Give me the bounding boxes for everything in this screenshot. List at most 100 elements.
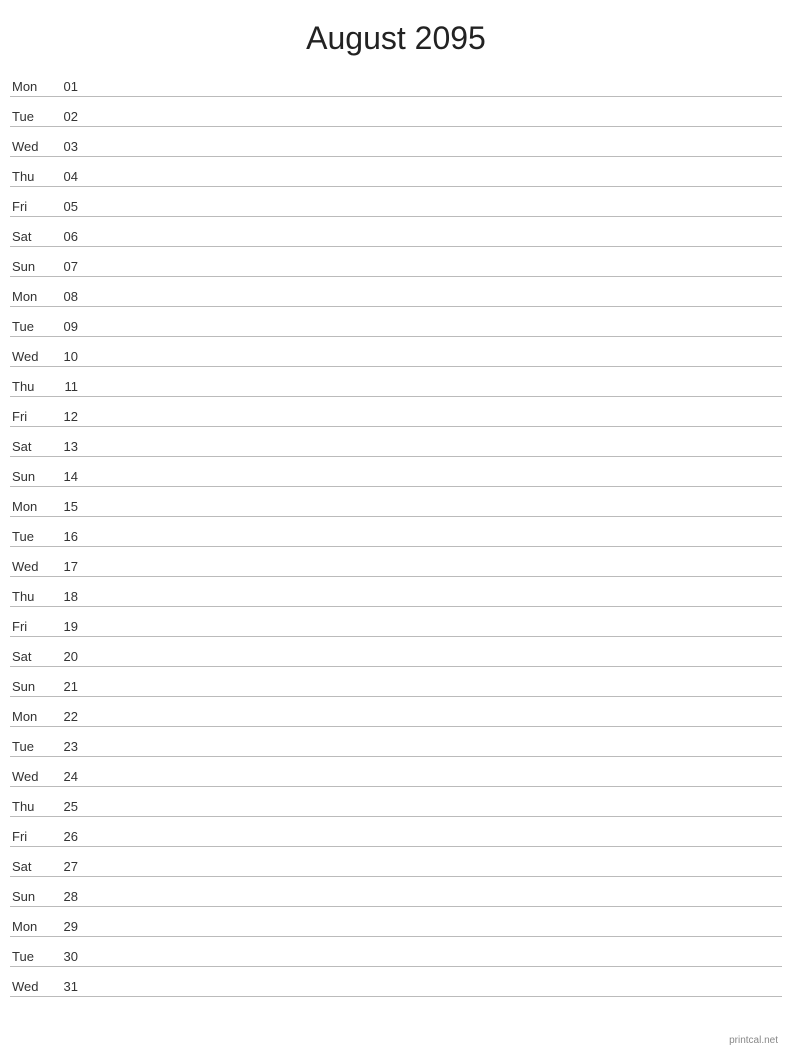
day-number: 11 <box>48 379 78 394</box>
day-line <box>78 993 782 994</box>
day-row: Fri12 <box>10 397 782 427</box>
day-line <box>78 303 782 304</box>
day-name: Tue <box>10 319 48 334</box>
day-number: 31 <box>48 979 78 994</box>
day-name: Thu <box>10 169 48 184</box>
day-row: Sun07 <box>10 247 782 277</box>
day-name: Fri <box>10 409 48 424</box>
day-line <box>78 813 782 814</box>
day-line <box>78 243 782 244</box>
day-row: Tue02 <box>10 97 782 127</box>
day-line <box>78 393 782 394</box>
day-row: Tue23 <box>10 727 782 757</box>
day-line <box>78 963 782 964</box>
day-row: Sat13 <box>10 427 782 457</box>
day-name: Fri <box>10 619 48 634</box>
day-number: 16 <box>48 529 78 544</box>
day-number: 21 <box>48 679 78 694</box>
day-number: 03 <box>48 139 78 154</box>
day-row: Mon01 <box>10 67 782 97</box>
day-row: Wed31 <box>10 967 782 997</box>
day-name: Tue <box>10 739 48 754</box>
day-name: Mon <box>10 919 48 934</box>
day-number: 24 <box>48 769 78 784</box>
day-number: 09 <box>48 319 78 334</box>
page-title: August 2095 <box>0 0 792 67</box>
day-row: Sun21 <box>10 667 782 697</box>
day-row: Sun28 <box>10 877 782 907</box>
day-line <box>78 333 782 334</box>
day-row: Sat20 <box>10 637 782 667</box>
day-line <box>78 603 782 604</box>
day-name: Sun <box>10 889 48 904</box>
day-name: Mon <box>10 79 48 94</box>
day-line <box>78 273 782 274</box>
day-line <box>78 843 782 844</box>
day-name: Thu <box>10 799 48 814</box>
day-row: Thu11 <box>10 367 782 397</box>
day-name: Tue <box>10 109 48 124</box>
day-name: Fri <box>10 199 48 214</box>
day-line <box>78 183 782 184</box>
day-row: Thu18 <box>10 577 782 607</box>
day-number: 20 <box>48 649 78 664</box>
day-number: 13 <box>48 439 78 454</box>
day-row: Thu04 <box>10 157 782 187</box>
day-number: 28 <box>48 889 78 904</box>
day-name: Sat <box>10 859 48 874</box>
day-name: Thu <box>10 379 48 394</box>
day-line <box>78 573 782 574</box>
day-name: Wed <box>10 349 48 364</box>
day-name: Sun <box>10 469 48 484</box>
day-number: 29 <box>48 919 78 934</box>
day-row: Thu25 <box>10 787 782 817</box>
day-row: Wed03 <box>10 127 782 157</box>
day-number: 18 <box>48 589 78 604</box>
day-line <box>78 903 782 904</box>
day-line <box>78 513 782 514</box>
day-name: Wed <box>10 979 48 994</box>
day-name: Sun <box>10 679 48 694</box>
day-line <box>78 723 782 724</box>
day-number: 22 <box>48 709 78 724</box>
day-number: 01 <box>48 79 78 94</box>
day-number: 12 <box>48 409 78 424</box>
day-row: Sat27 <box>10 847 782 877</box>
day-line <box>78 483 782 484</box>
day-line <box>78 753 782 754</box>
day-number: 23 <box>48 739 78 754</box>
day-number: 25 <box>48 799 78 814</box>
day-name: Sat <box>10 649 48 664</box>
day-line <box>78 123 782 124</box>
day-line <box>78 873 782 874</box>
day-name: Wed <box>10 559 48 574</box>
day-line <box>78 693 782 694</box>
day-name: Sat <box>10 229 48 244</box>
day-line <box>78 453 782 454</box>
day-number: 02 <box>48 109 78 124</box>
day-row: Wed10 <box>10 337 782 367</box>
day-name: Sat <box>10 439 48 454</box>
day-row: Fri19 <box>10 607 782 637</box>
day-row: Mon08 <box>10 277 782 307</box>
day-number: 26 <box>48 829 78 844</box>
day-number: 06 <box>48 229 78 244</box>
day-row: Sun14 <box>10 457 782 487</box>
day-name: Mon <box>10 289 48 304</box>
day-name: Fri <box>10 829 48 844</box>
footer-credit: printcal.net <box>729 1035 778 1046</box>
day-row: Mon29 <box>10 907 782 937</box>
day-number: 19 <box>48 619 78 634</box>
day-name: Sun <box>10 259 48 274</box>
day-number: 10 <box>48 349 78 364</box>
day-name: Tue <box>10 949 48 964</box>
day-line <box>78 783 782 784</box>
day-number: 17 <box>48 559 78 574</box>
day-number: 05 <box>48 199 78 214</box>
day-row: Fri05 <box>10 187 782 217</box>
day-number: 14 <box>48 469 78 484</box>
day-line <box>78 423 782 424</box>
day-number: 04 <box>48 169 78 184</box>
day-name: Tue <box>10 529 48 544</box>
day-row: Mon22 <box>10 697 782 727</box>
